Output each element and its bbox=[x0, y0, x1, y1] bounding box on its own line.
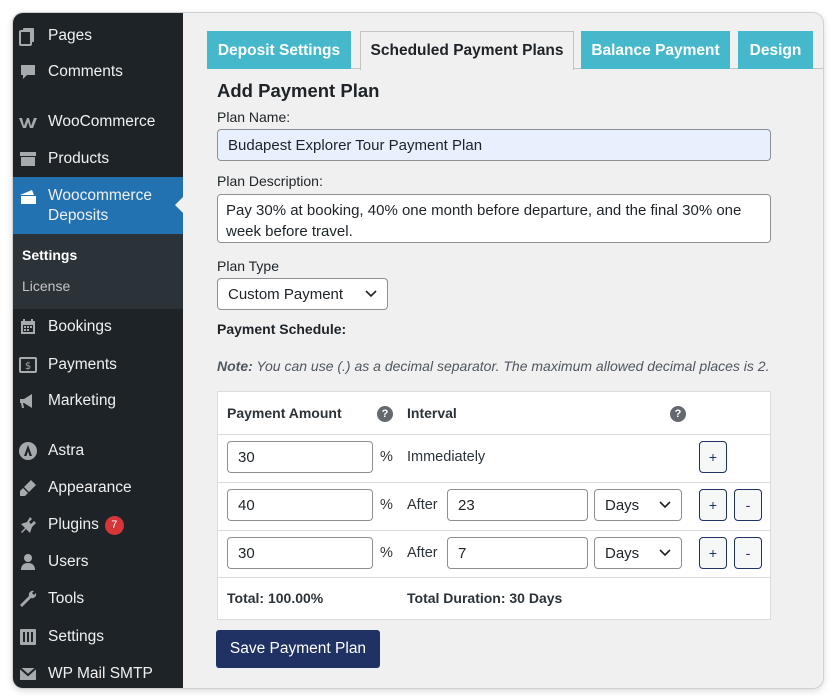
plan-type-value: Custom Payment bbox=[228, 285, 344, 303]
interval-value-input[interactable]: 7 bbox=[447, 537, 588, 569]
menu-item-appearance[interactable]: Appearance bbox=[13, 471, 183, 505]
active-indicator bbox=[175, 197, 183, 213]
tab-deposit-settings[interactable]: Deposit Settings bbox=[207, 31, 351, 69]
interval-unit-select[interactable]: Days bbox=[594, 489, 682, 521]
remove-row-button[interactable]: - bbox=[734, 489, 762, 521]
col-header-interval: Interval bbox=[407, 405, 457, 421]
menu-item-woocommerce[interactable]: WooCommerce bbox=[13, 105, 183, 139]
deposits-submenu: Settings License bbox=[13, 234, 183, 309]
woocommerce-icon bbox=[17, 111, 39, 133]
row-divider bbox=[218, 577, 770, 578]
admin-sidebar: Pages Comments WooCommerce Products Wooc… bbox=[13, 13, 183, 688]
col-header-payment-amount: Payment Amount bbox=[227, 405, 342, 421]
total-duration: Total Duration: 30 Days bbox=[407, 590, 563, 606]
menu-item-marketing[interactable]: Marketing bbox=[13, 384, 183, 418]
tab-scheduled-payment-plans[interactable]: Scheduled Payment Plans bbox=[360, 31, 574, 70]
save-payment-plan-button[interactable]: Save Payment Plan bbox=[216, 630, 380, 668]
chevron-down-icon bbox=[659, 549, 671, 557]
plugins-update-badge: 7 bbox=[104, 515, 124, 535]
marketing-icon bbox=[17, 390, 39, 412]
astra-icon bbox=[17, 440, 39, 462]
settings-sliders-icon bbox=[17, 626, 39, 648]
menu-item-tools[interactable]: Tools bbox=[13, 582, 183, 616]
products-icon bbox=[17, 148, 39, 170]
menu-item-plugins[interactable]: Plugins 7 bbox=[13, 508, 183, 542]
total-percentage: Total: 100.00% bbox=[227, 590, 324, 606]
plan-description-label: Plan Description: bbox=[217, 173, 323, 189]
payment-schedule-table: Payment Amount ? Interval ? 30 % Immedia… bbox=[217, 391, 771, 620]
interval-unit-select[interactable]: Days bbox=[594, 537, 682, 569]
svg-text:$: $ bbox=[25, 361, 31, 372]
plan-name-label: Plan Name: bbox=[217, 109, 291, 125]
after-label: After bbox=[407, 545, 438, 561]
add-row-button[interactable]: + bbox=[699, 441, 727, 473]
after-label: After bbox=[407, 497, 438, 513]
menu-item-comments[interactable]: Comments bbox=[13, 55, 183, 89]
row-divider bbox=[218, 434, 770, 435]
comments-icon bbox=[17, 61, 39, 83]
tab-design[interactable]: Design bbox=[738, 31, 813, 69]
payment-amount-input[interactable]: 40 bbox=[227, 489, 373, 521]
percent-symbol: % bbox=[380, 545, 393, 561]
remove-row-button[interactable]: - bbox=[734, 537, 762, 569]
submenu-item-settings[interactable]: Settings bbox=[22, 247, 77, 263]
add-row-button[interactable]: + bbox=[699, 537, 727, 569]
menu-item-pages[interactable]: Pages bbox=[13, 19, 183, 53]
menu-item-bookings[interactable]: Bookings bbox=[13, 310, 183, 344]
payments-icon: $ bbox=[17, 354, 39, 376]
menu-item-astra[interactable]: Astra bbox=[13, 434, 183, 468]
note-prefix: Note: bbox=[217, 358, 253, 374]
bookings-icon bbox=[17, 316, 39, 338]
plugins-icon bbox=[17, 514, 39, 536]
menu-item-woocommerce-deposits[interactable]: Woocommerce Deposits bbox=[13, 177, 183, 235]
pages-icon bbox=[17, 25, 39, 47]
form-heading: Add Payment Plan bbox=[217, 80, 380, 101]
plan-type-label: Plan Type bbox=[217, 258, 280, 274]
wp-admin-window: Pages Comments WooCommerce Products Wooc… bbox=[13, 13, 823, 688]
decimal-note: Note: You can use (.) as a decimal separ… bbox=[217, 355, 777, 377]
add-row-button[interactable]: + bbox=[699, 489, 727, 521]
interval-unit-value: Days bbox=[605, 544, 640, 562]
chevron-down-icon bbox=[659, 501, 671, 509]
help-icon[interactable]: ? bbox=[377, 406, 393, 422]
mail-icon bbox=[17, 663, 39, 685]
plan-type-select[interactable]: Custom Payment bbox=[217, 278, 388, 310]
menu-item-users[interactable]: Users bbox=[13, 545, 183, 579]
interval-unit-value: Days bbox=[605, 496, 640, 514]
submenu-item-license[interactable]: License bbox=[22, 278, 70, 294]
plan-description-textarea[interactable]: Pay 30% at booking, 40% one month before… bbox=[217, 194, 771, 243]
menu-item-products[interactable]: Products bbox=[13, 142, 183, 176]
percent-symbol: % bbox=[380, 497, 393, 513]
plan-name-input[interactable]: Budapest Explorer Tour Payment Plan bbox=[217, 129, 771, 161]
note-text: You can use (.) as a decimal separator. … bbox=[252, 358, 770, 374]
appearance-icon bbox=[17, 477, 39, 499]
payment-schedule-label: Payment Schedule: bbox=[217, 321, 347, 337]
tab-balance-payment[interactable]: Balance Payment bbox=[581, 31, 730, 69]
main-content: Deposit Settings Scheduled Payment Plans… bbox=[183, 13, 823, 688]
menu-item-payments[interactable]: $ Payments bbox=[13, 348, 183, 382]
tools-icon bbox=[17, 588, 39, 610]
percent-symbol: % bbox=[380, 449, 393, 465]
menu-item-settings[interactable]: Settings bbox=[13, 620, 183, 654]
row-divider bbox=[218, 482, 770, 483]
row-divider bbox=[218, 530, 770, 531]
help-icon[interactable]: ? bbox=[670, 406, 686, 422]
chevron-down-icon bbox=[365, 290, 377, 298]
interval-immediately: Immediately bbox=[407, 449, 486, 465]
menu-item-wp-mail-smtp[interactable]: WP Mail SMTP bbox=[13, 657, 183, 688]
interval-value-input[interactable]: 23 bbox=[447, 489, 588, 521]
payment-amount-input[interactable]: 30 bbox=[227, 441, 373, 473]
payment-amount-input[interactable]: 30 bbox=[227, 537, 373, 569]
deposits-icon bbox=[17, 186, 39, 208]
users-icon bbox=[17, 551, 39, 573]
